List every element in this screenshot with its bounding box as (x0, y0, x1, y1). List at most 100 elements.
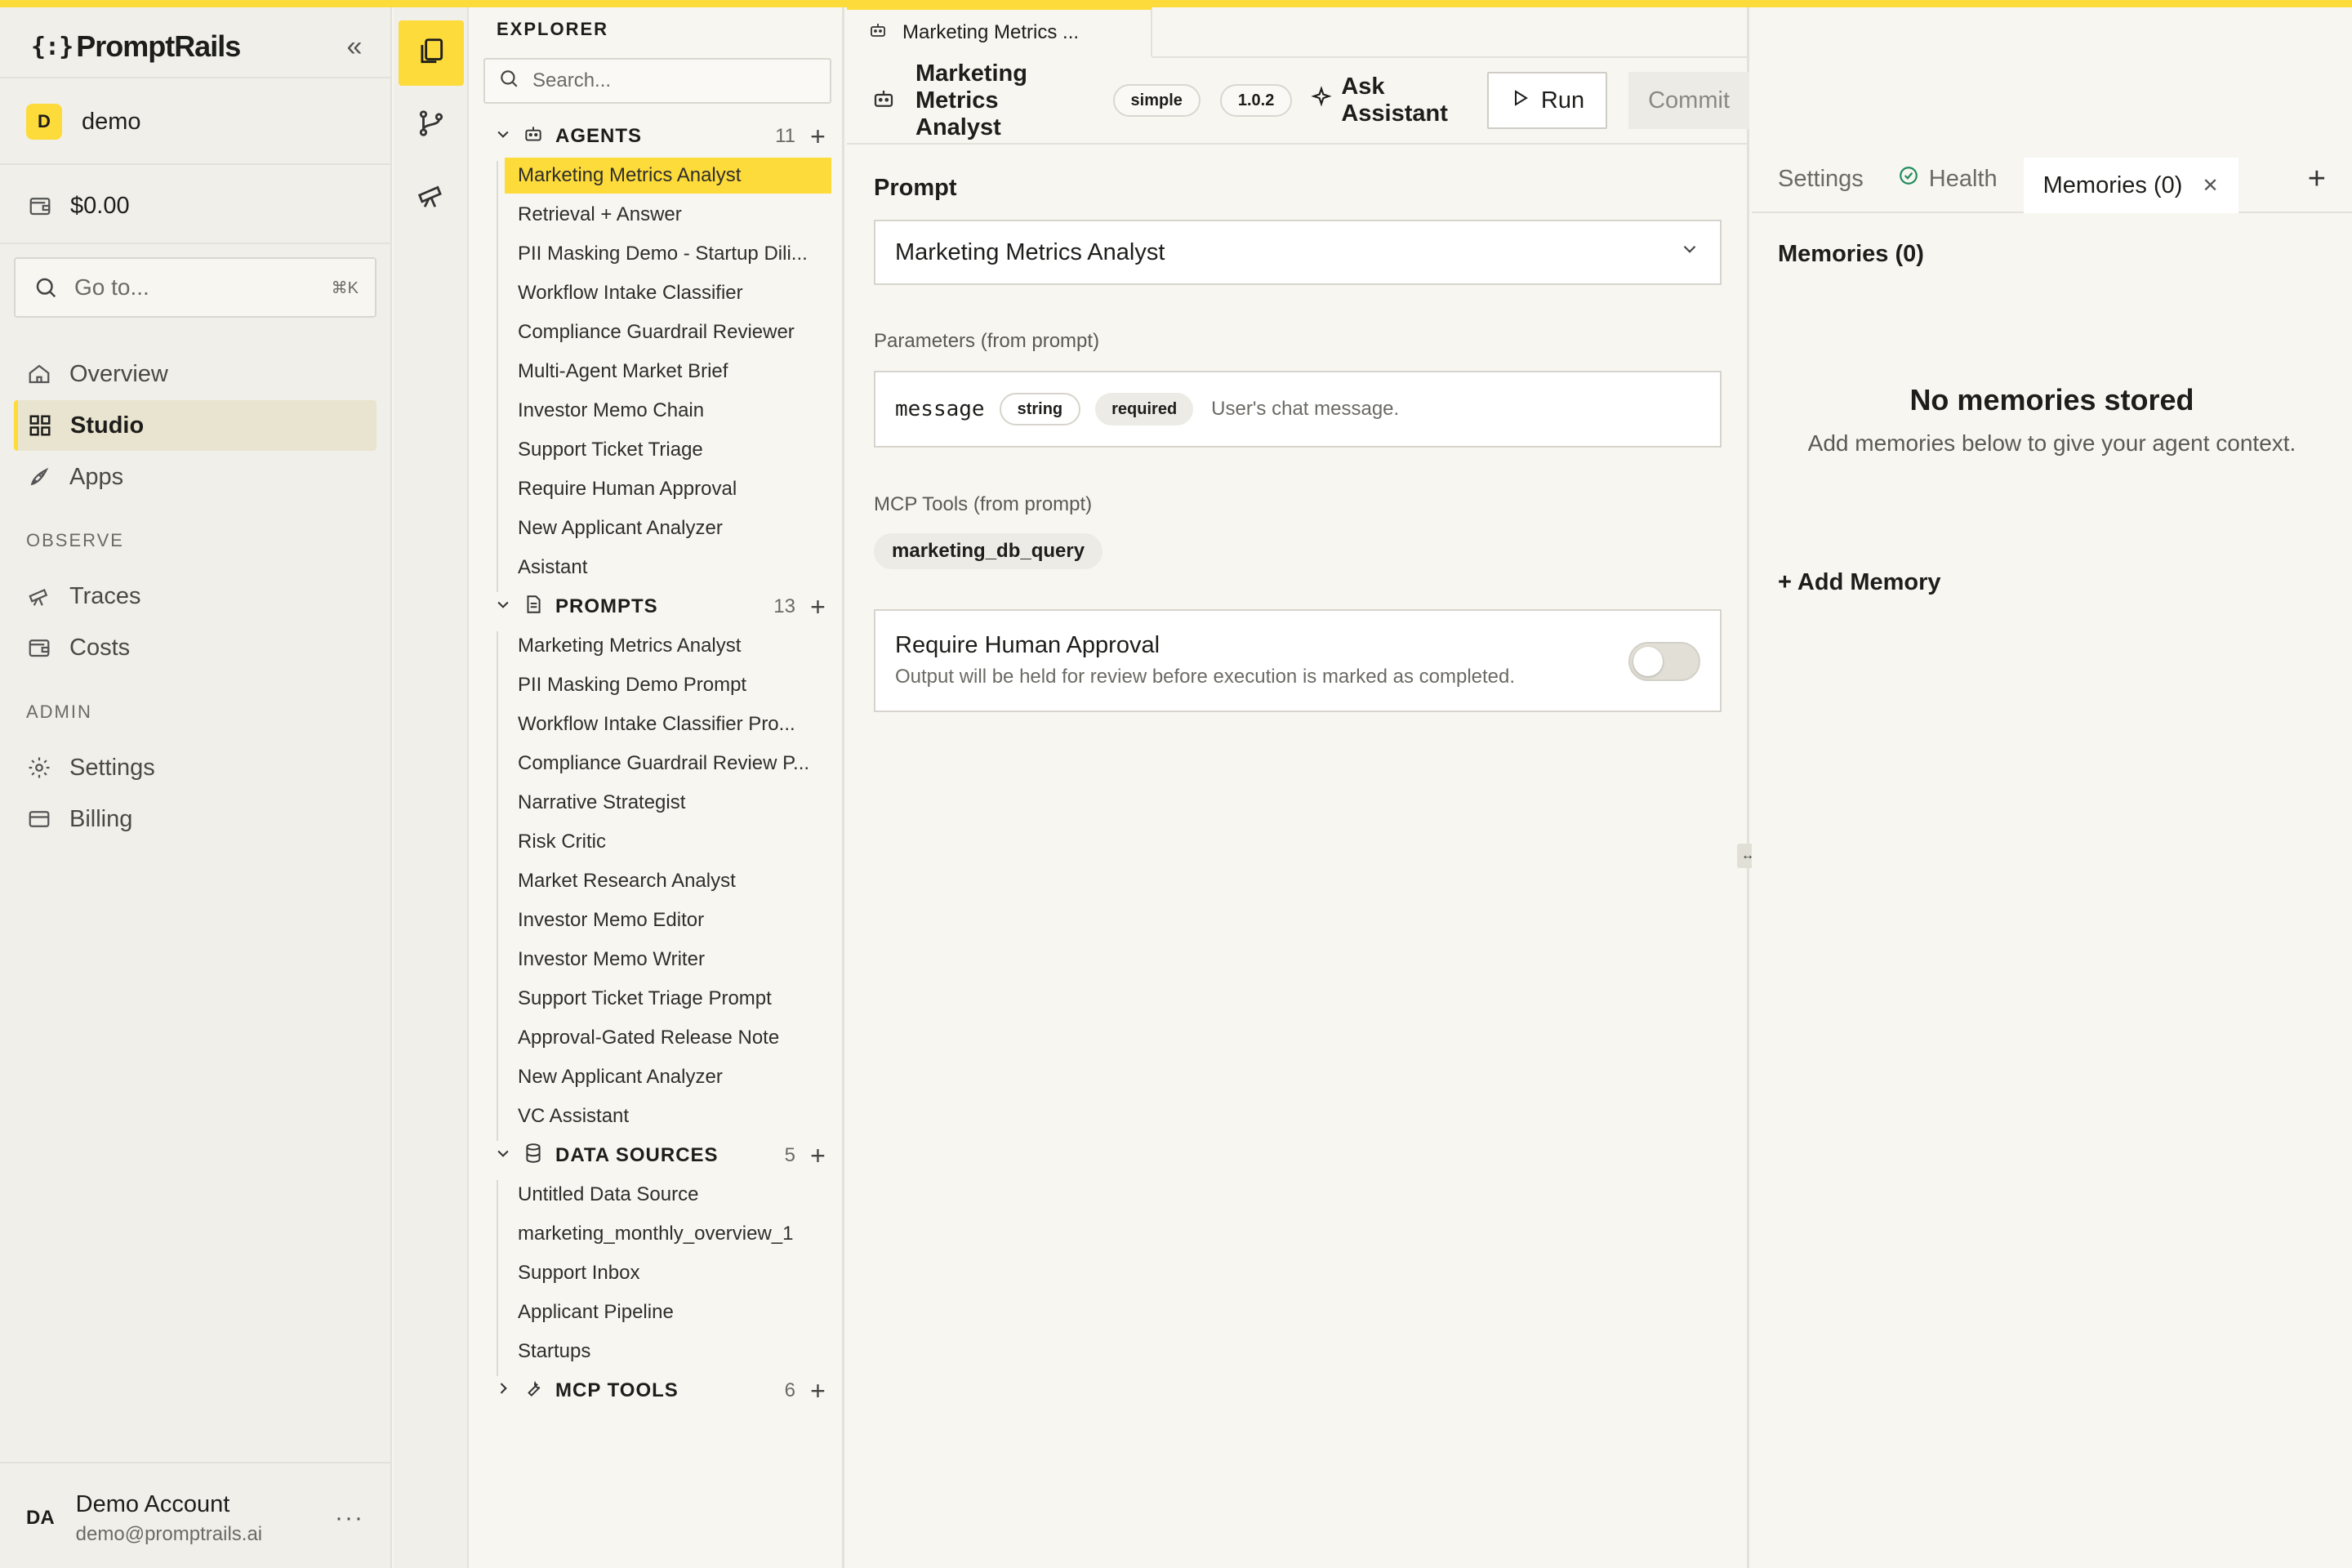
section-observe: OBSERVE (26, 530, 124, 550)
commit-button[interactable]: Commit (1628, 72, 1749, 129)
explorer-panel: EXPLORER Search... AGENTS 11 + Marketing… (470, 7, 844, 1568)
nav-settings[interactable]: Settings (14, 742, 376, 793)
logo-text: PromptRails (76, 29, 241, 63)
mcp-tool-chip[interactable]: marketing_db_query (874, 533, 1103, 569)
nav-label: Studio (70, 412, 145, 439)
list-item[interactable]: Market Research Analyst (505, 863, 831, 899)
list-item[interactable]: VC Assistant (505, 1098, 831, 1134)
type-badge: simple (1112, 84, 1200, 117)
list-item[interactable]: Compliance Guardrail Reviewer (505, 314, 831, 350)
grid-icon (26, 412, 54, 439)
list-item[interactable]: Multi-Agent Market Brief (505, 354, 831, 390)
add-data-source-button[interactable]: + (807, 1141, 830, 1171)
list-item[interactable]: PII Masking Demo Prompt (505, 667, 831, 703)
tab-health[interactable]: Health (1890, 146, 2024, 212)
group-mcp-tools[interactable]: MCP TOOLS 6 + (495, 1373, 830, 1409)
list-item[interactable]: Workflow Intake Classifier Pro... (505, 706, 831, 742)
list-item[interactable]: Retrieval + Answer (505, 197, 831, 233)
list-item[interactable]: Support Ticket Triage (505, 432, 831, 468)
list-item[interactable]: PII Masking Demo - Startup Dili... (505, 236, 831, 272)
list-item[interactable]: Compliance Guardrail Review P... (505, 746, 831, 782)
list-item[interactable]: New Applicant Analyzer (505, 1059, 831, 1095)
list-item[interactable]: New Applicant Analyzer (505, 510, 831, 546)
robot-icon (523, 123, 544, 150)
memories-heading: Memories (0) (1778, 241, 1924, 267)
traces-rail-button[interactable] (399, 164, 464, 229)
close-icon[interactable]: ✕ (2202, 174, 2218, 198)
list-item[interactable]: marketing_monthly_overview_1 (505, 1216, 831, 1252)
section-admin: ADMIN (26, 702, 92, 722)
list-item[interactable]: Workflow Intake Classifier (505, 275, 831, 311)
avatar: DA (26, 1507, 55, 1529)
prompt-select[interactable]: Marketing Metrics Analyst (874, 220, 1722, 285)
nav-label: Traces (69, 582, 141, 609)
add-prompt-button[interactable]: + (807, 592, 830, 622)
approval-toggle[interactable] (1628, 642, 1700, 681)
editor-header: Marketing Metrics Analyst simple 1.0.2 A… (847, 58, 1749, 145)
add-agent-button[interactable]: + (807, 122, 830, 152)
chevron-down-icon (495, 1144, 511, 1167)
divider (0, 243, 390, 244)
tab-settings[interactable]: Settings (1752, 146, 1890, 212)
param-type-badge: string (999, 393, 1081, 425)
collapse-sidebar-button[interactable]: « (335, 31, 374, 63)
explorer-rail-button[interactable] (399, 20, 464, 86)
more-options-button[interactable]: ··· (335, 1504, 364, 1532)
ask-assistant-button[interactable]: Ask Assistant (1292, 74, 1466, 127)
explorer-title: EXPLORER (497, 19, 609, 39)
add-tab-button[interactable]: + (2308, 146, 2352, 212)
list-item[interactable]: Support Ticket Triage Prompt (505, 981, 831, 1017)
add-memory-button[interactable]: + Add Memory (1778, 569, 1941, 596)
balance[interactable]: $0.00 (26, 192, 130, 220)
goto-search[interactable]: Go to... ⌘K (14, 257, 376, 318)
files-icon (416, 36, 447, 71)
git-rail-button[interactable] (399, 92, 464, 158)
account-email: demo@promptrails.ai (75, 1522, 263, 1545)
group-agents[interactable]: AGENTS 11 + (495, 118, 830, 154)
version-badge[interactable]: 1.0.2 (1219, 84, 1293, 117)
tree-guide (497, 1180, 498, 1376)
chevron-down-icon (495, 595, 511, 618)
nav-overview[interactable]: Overview (14, 349, 376, 399)
group-label: AGENTS (555, 125, 643, 147)
list-item[interactable]: Require Human Approval (505, 471, 831, 507)
run-button[interactable]: Run (1486, 72, 1608, 129)
nav-studio[interactable]: Studio (14, 400, 376, 451)
explorer-search-input[interactable]: Search... (483, 58, 831, 104)
nav-costs[interactable]: Costs (14, 622, 376, 673)
list-item[interactable]: Approval-Gated Release Note (505, 1020, 831, 1056)
nav-billing[interactable]: Billing (14, 794, 376, 844)
tab-marketing-metrics[interactable]: Marketing Metrics ... (847, 7, 1152, 58)
list-item[interactable]: Support Inbox (505, 1255, 831, 1291)
nav-apps[interactable]: Apps (14, 452, 376, 502)
add-mcp-tool-button[interactable]: + (807, 1376, 830, 1406)
list-item[interactable]: Applicant Pipeline (505, 1294, 831, 1330)
group-prompts[interactable]: PROMPTS 13 + (495, 589, 830, 625)
list-item[interactable]: Risk Critic (505, 824, 831, 860)
parameter-row: message string required User's chat mess… (874, 371, 1722, 448)
account-menu[interactable]: DA Demo Account demo@promptrails.ai ··· (0, 1469, 390, 1567)
group-data-sources[interactable]: DATA SOURCES 5 + (495, 1138, 830, 1174)
logo[interactable]: {:} PromptRails (31, 29, 241, 64)
nav-label: Overview (69, 360, 168, 387)
list-item[interactable]: Investor Memo Chain (505, 393, 831, 429)
robot-icon (871, 87, 896, 115)
empty-state-subtitle: Add memories below to give your agent co… (1807, 430, 2296, 456)
list-item[interactable]: Marketing Metrics Analyst (505, 158, 831, 194)
list-item[interactable]: Marketing Metrics Analyst (505, 628, 831, 664)
divider (0, 77, 390, 78)
workspace-switcher[interactable]: D demo (26, 104, 141, 140)
list-item[interactable]: Investor Memo Editor (505, 902, 831, 938)
list-item[interactable]: Startups (505, 1334, 831, 1370)
list-item[interactable]: Asistant (505, 550, 831, 586)
document-icon (523, 594, 544, 621)
mcp-tools-label: MCP Tools (from prompt) (874, 493, 1093, 515)
list-item[interactable]: Investor Memo Writer (505, 942, 831, 978)
list-item[interactable]: Narrative Strategist (505, 785, 831, 821)
nav-traces[interactable]: Traces (14, 571, 376, 621)
wallet-icon (25, 634, 53, 662)
tab-memories[interactable]: Memories (0) ✕ (2023, 158, 2238, 213)
goto-placeholder: Go to... (74, 274, 149, 300)
empty-state-title: No memories stored (1909, 383, 2194, 416)
list-item[interactable]: Untitled Data Source (505, 1177, 831, 1213)
